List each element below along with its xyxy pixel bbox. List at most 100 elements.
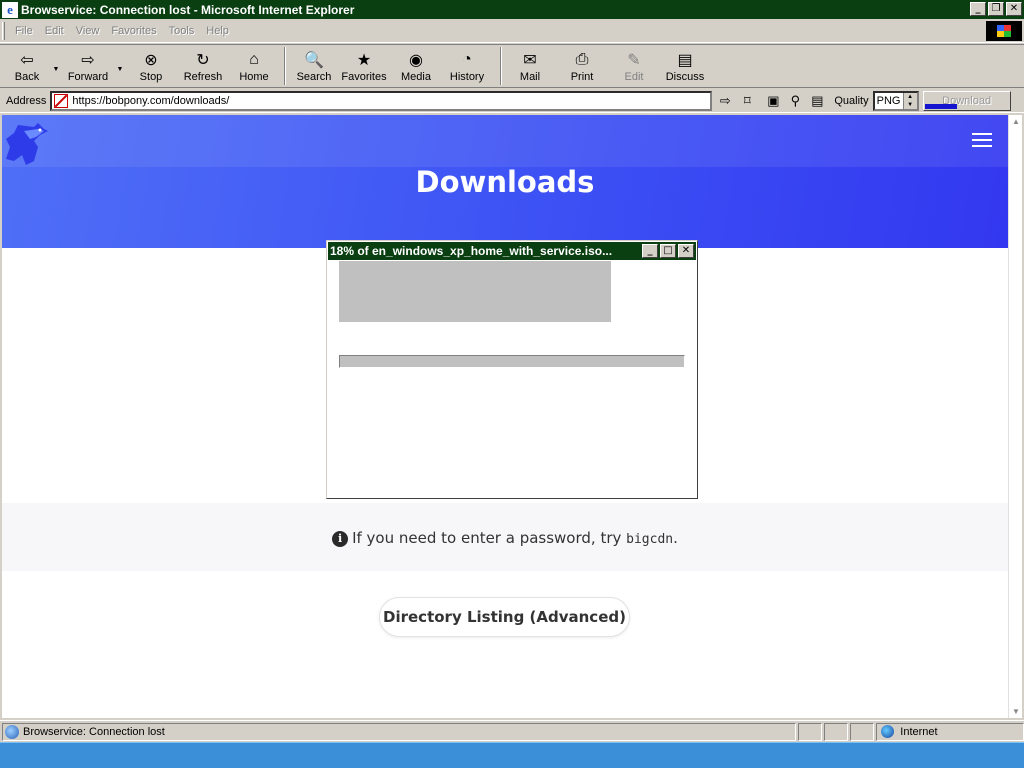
search-label: Search xyxy=(296,71,332,83)
quality-select[interactable]: PNG ▲ ▼ xyxy=(872,90,919,111)
status-panel-progress xyxy=(798,722,823,741)
status-panel-privacy xyxy=(850,722,875,741)
forward-dropdown-icon[interactable]: ▼ xyxy=(114,45,126,87)
edit-icon: ✎ xyxy=(627,52,641,69)
menu-edit[interactable]: Edit xyxy=(39,25,70,37)
title-bar: e Browservice: Connection lost - Microso… xyxy=(0,0,1024,19)
stop-button[interactable]: ⊗ Stop xyxy=(126,45,176,87)
favorites-button[interactable]: ★ Favorites xyxy=(336,45,392,87)
download-progress-bar xyxy=(339,355,685,368)
dialog-minimize-button[interactable]: _ xyxy=(642,244,658,258)
home-button[interactable]: ⌂ Home xyxy=(230,45,278,87)
menu-view[interactable]: View xyxy=(70,25,106,37)
dialog-controls: _ □ ✕ xyxy=(642,244,694,258)
download-progress-fill xyxy=(924,103,958,109)
download-progress-fill-bar xyxy=(340,356,402,367)
zone-label: Internet xyxy=(900,725,938,738)
address-url: https://bobpony.com/downloads/ xyxy=(72,94,230,107)
scroll-down-icon[interactable]: ▼ xyxy=(1012,707,1020,716)
password-hint: i If you need to enter a password, try bi… xyxy=(2,529,1008,547)
windows-logo-icon xyxy=(986,21,1022,41)
status-text: Browservice: Connection lost xyxy=(23,725,165,738)
hint-end: . xyxy=(673,529,678,547)
address-bar: Address https://bobpony.com/downloads/ ⇨… xyxy=(0,89,1024,113)
edit-button[interactable]: ✎ Edit xyxy=(612,45,656,87)
history-label: History xyxy=(449,71,485,83)
favorites-label: Favorites xyxy=(341,71,387,83)
quality-value: PNG xyxy=(876,94,901,107)
forward-arrow-icon: ⇨ xyxy=(81,52,95,69)
bookmark-icon[interactable]: ⌑ xyxy=(738,92,756,110)
refresh-label: Refresh xyxy=(183,71,223,83)
dialog-title[interactable]: 18% of en_windows_xp_home_with_service.i… xyxy=(328,242,696,260)
taskbar xyxy=(0,742,1024,768)
media-icon: ◉ xyxy=(409,52,423,69)
toolbar-separator xyxy=(500,47,502,85)
home-icon: ⌂ xyxy=(249,51,259,68)
menu-file[interactable]: File xyxy=(9,25,39,37)
save-page-icon[interactable]: ▣ xyxy=(764,92,782,110)
close-button[interactable]: ✕ xyxy=(1006,2,1022,16)
history-button[interactable]: ◔ History xyxy=(440,45,494,87)
edit-label: Edit xyxy=(624,71,644,83)
mail-icon: ✉ xyxy=(523,52,537,69)
refresh-icon: ↻ xyxy=(196,52,210,69)
refresh-button[interactable]: ↻ Refresh xyxy=(176,45,230,87)
scroll-up-icon[interactable]: ▲ xyxy=(1012,117,1020,126)
download-progress-dialog: 18% of en_windows_xp_home_with_service.i… xyxy=(326,240,698,499)
dialog-maximize-button[interactable]: □ xyxy=(660,244,676,258)
back-arrow-icon: ⇦ xyxy=(20,52,34,69)
search-button[interactable]: 🔍 Search xyxy=(292,45,336,87)
print-icon: ⎙ xyxy=(575,51,589,68)
dialog-close-button[interactable]: ✕ xyxy=(678,244,694,258)
go-arrow-icon[interactable]: ⇨ xyxy=(716,92,734,110)
address-input[interactable]: https://bobpony.com/downloads/ xyxy=(50,90,713,111)
download-animation xyxy=(339,261,611,322)
forward-label: Forward xyxy=(67,71,109,83)
hint-text: If you need to enter a password, try xyxy=(352,529,627,547)
find-binoculars-icon[interactable]: ⚲ xyxy=(786,92,804,110)
restore-button[interactable]: ❐ xyxy=(988,2,1004,16)
forward-button[interactable]: ⇨ Forward xyxy=(62,45,114,87)
address-label: Address xyxy=(6,94,47,107)
media-label: Media xyxy=(401,71,431,83)
menu-grip[interactable] xyxy=(2,21,5,40)
header-band xyxy=(2,115,1008,167)
stop-label: Stop xyxy=(139,71,163,83)
menu-help[interactable]: Help xyxy=(200,25,235,37)
menu-tools[interactable]: Tools xyxy=(163,25,201,37)
page-status-icon xyxy=(5,724,19,739)
search-icon: 🔍 xyxy=(304,52,324,69)
print-button[interactable]: ⎙ Print xyxy=(552,45,612,87)
back-button[interactable]: ⇦ Back xyxy=(4,45,50,87)
print-label: Print xyxy=(570,71,594,83)
internet-zone-icon xyxy=(881,725,895,738)
hamburger-menu-icon[interactable] xyxy=(972,133,992,147)
media-button[interactable]: ◉ Media xyxy=(392,45,440,87)
mail-button[interactable]: ✉ Mail xyxy=(508,45,552,87)
minimize-button[interactable]: _ xyxy=(970,2,986,16)
security-zone-panel: Internet xyxy=(876,722,1024,741)
favorites-icon: ★ xyxy=(356,52,372,69)
ie-logo-icon[interactable]: e xyxy=(2,1,18,18)
menu-favorites[interactable]: Favorites xyxy=(105,25,162,37)
stop-icon: ⊗ xyxy=(144,52,158,69)
info-icon: i xyxy=(332,531,349,547)
quality-spinner-icon[interactable]: ▲ ▼ xyxy=(902,92,917,109)
download-button[interactable]: Download xyxy=(922,90,1011,111)
standard-toolbar: ⇦ Back ▼ ⇨ Forward ▼ ⊗ Stop ↻ Refresh ⌂ … xyxy=(0,44,1024,88)
page-title: Downloads xyxy=(415,165,595,199)
vertical-scrollbar[interactable]: ▲ ▼ xyxy=(1008,115,1022,718)
discuss-button[interactable]: ▤ Discuss xyxy=(656,45,714,87)
history-icon: ◔ xyxy=(462,51,472,68)
window-title: Browservice: Connection lost - Microsoft… xyxy=(21,2,355,17)
status-text-panel: Browservice: Connection lost xyxy=(2,722,797,741)
clipboard-icon[interactable]: ▤ xyxy=(808,92,826,110)
back-dropdown-icon[interactable]: ▼ xyxy=(50,45,62,87)
home-label: Home xyxy=(239,71,269,83)
window-controls: _ ❐ ✕ xyxy=(970,2,1022,16)
directory-listing-button[interactable]: Directory Listing (Advanced) xyxy=(379,597,630,637)
back-label: Back xyxy=(14,71,40,83)
pony-logo-icon[interactable] xyxy=(4,121,52,168)
mail-label: Mail xyxy=(519,71,541,83)
